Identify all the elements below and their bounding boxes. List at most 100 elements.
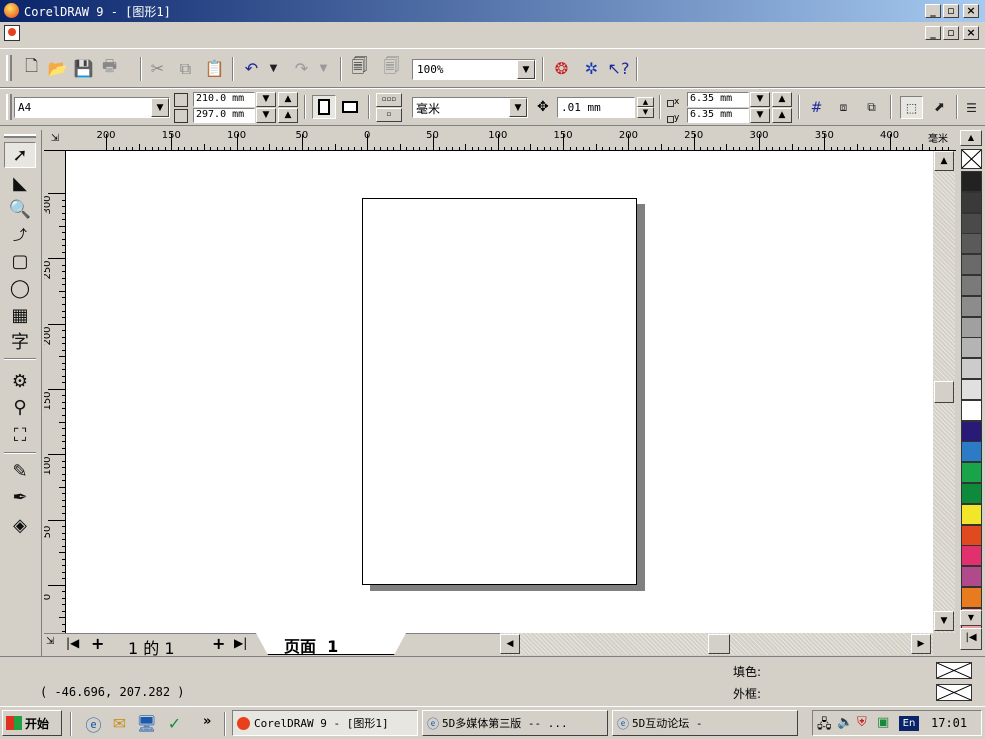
cut-icon[interactable]: ✂	[146, 57, 169, 80]
color-swatch[interactable]	[961, 441, 982, 463]
first-page-button[interactable]: |◀	[66, 636, 79, 650]
paper-size-dropdown-icon[interactable]: ▼	[151, 98, 169, 117]
landscape-button[interactable]	[338, 95, 362, 119]
color-swatch[interactable]	[961, 420, 982, 442]
polygon-tool-icon[interactable]: ▦	[4, 302, 36, 328]
page-width-field[interactable]: 210.0 mm	[193, 92, 255, 107]
vertical-scroll-thumb[interactable]	[934, 381, 954, 403]
nudge-spinner[interactable]: ▲ ▼	[637, 97, 654, 118]
units-select[interactable]: 毫米 ▼	[412, 97, 528, 118]
options-icon[interactable]: ☰	[960, 96, 983, 119]
nudge-offset-field[interactable]: .01 mm	[557, 97, 635, 118]
add-page-before-button[interactable]: +	[91, 634, 104, 653]
quicklaunch-chevron[interactable]: »	[203, 714, 211, 729]
add-page-after-button[interactable]: +	[212, 634, 225, 653]
vertical-ruler[interactable]: 300 250 200 150 100 50 0	[44, 151, 66, 633]
horizontal-ruler[interactable]: 200 150 100 50 0 50 100 150 200 250 300 350 400 毫米	[44, 130, 956, 151]
scroll-down-button[interactable]: ▼	[934, 611, 954, 631]
snap-to-guidelines-icon[interactable]: ⧈	[832, 96, 855, 119]
color-swatch[interactable]	[961, 483, 982, 504]
color-swatch[interactable]	[961, 212, 982, 234]
duplicate-y-spinner[interactable]: ▼ ▲	[750, 108, 792, 123]
drawing-page[interactable]	[362, 198, 637, 585]
undo-icon[interactable]: ↶	[240, 57, 263, 80]
color-swatch[interactable]	[961, 462, 982, 484]
zoom-select[interactable]: 100% ▼	[412, 59, 536, 80]
paste-icon[interactable]: 📋	[203, 57, 226, 80]
color-swatch[interactable]	[961, 566, 982, 588]
copy-icon[interactable]: ⧉	[174, 57, 197, 80]
eyedropper-tool-icon[interactable]: ✎	[4, 458, 36, 484]
color-swatch[interactable]	[961, 379, 982, 400]
portrait-button[interactable]	[312, 95, 336, 119]
scroll-left-button[interactable]: ◀	[500, 634, 520, 654]
network-icon[interactable]: 🖧	[817, 715, 832, 737]
export-icon[interactable]: 🗐	[380, 56, 403, 80]
minimize-button[interactable]: _	[925, 4, 941, 18]
redo-dropdown-icon[interactable]: ▼	[312, 57, 335, 80]
task-coreldraw[interactable]: CorelDRAW 9 - [图形1]	[232, 710, 418, 736]
draw-selected-icon[interactable]: ⬈	[928, 96, 951, 119]
doc-restore-button[interactable]: ▫	[943, 26, 959, 40]
duplicate-x-spinner[interactable]: ▼ ▲	[750, 92, 792, 107]
vertical-scrollbar[interactable]: ▲ ▼	[933, 151, 955, 633]
internet-explorer-icon[interactable]: ⓔ	[82, 712, 105, 735]
maximize-button[interactable]: ▫	[943, 4, 959, 18]
color-swatch[interactable]	[961, 254, 982, 276]
show-desktop-icon[interactable]: 🖥	[135, 712, 158, 735]
page-height-field[interactable]: 297.0 mm	[193, 108, 255, 123]
new-file-icon[interactable]: 🗋	[20, 56, 43, 80]
color-swatch[interactable]	[961, 587, 982, 608]
scroll-up-button[interactable]: ▲	[934, 151, 954, 171]
color-swatch[interactable]	[961, 337, 982, 359]
height-spinner[interactable]: ▼ ▲	[256, 108, 298, 123]
outline-tool-icon[interactable]: ✒	[4, 484, 36, 510]
color-swatch[interactable]	[961, 503, 982, 525]
outline-swatch[interactable]	[936, 684, 972, 701]
antivirus-icon[interactable]: ⛨	[857, 715, 867, 730]
color-swatch[interactable]	[961, 233, 982, 255]
color-swatch[interactable]	[961, 191, 982, 213]
page-tab[interactable]: 页面 1	[256, 633, 406, 655]
drawing-window[interactable]	[66, 151, 933, 633]
color-swatch[interactable]	[961, 399, 982, 421]
freehand-tool-icon[interactable]: ⤴	[4, 222, 36, 248]
document-icon[interactable]	[4, 25, 20, 41]
pick-tool-icon[interactable]: ➚	[4, 142, 36, 168]
corel-online-icon[interactable]: ✲	[580, 57, 603, 80]
zoom-dropdown-icon[interactable]: ▼	[517, 60, 535, 79]
rectangle-tool-icon[interactable]: ▢	[4, 248, 36, 274]
horizontal-scrollbar[interactable]: ◀ ▶	[500, 633, 933, 655]
text-tool-icon[interactable]: 字	[4, 328, 36, 354]
duplicate-y-field[interactable]: 6.35 mm	[687, 108, 749, 123]
fill-tool-icon[interactable]: ◈	[4, 512, 36, 538]
duplicate-x-field[interactable]: 6.35 mm	[687, 92, 749, 107]
application-launcher-icon[interactable]: ❂	[550, 57, 573, 80]
color-swatch[interactable]	[961, 358, 982, 380]
snap-to-grid-icon[interactable]: #	[805, 96, 828, 119]
paper-size-select[interactable]: A4 ▼	[14, 97, 170, 118]
current-page-icon[interactable]: ▫	[376, 108, 402, 122]
zoom-tool-icon[interactable]: 🔍	[4, 196, 36, 222]
width-spinner[interactable]: ▼ ▲	[256, 92, 298, 107]
redo-icon[interactable]: ↷	[290, 57, 313, 80]
no-color-swatch[interactable]	[961, 149, 982, 169]
shape-tool-icon[interactable]: ◣	[4, 170, 36, 196]
horizontal-scroll-thumb[interactable]	[708, 634, 730, 654]
print-icon[interactable]: 🖶	[98, 56, 121, 80]
display-icon[interactable]: ▣	[877, 715, 889, 730]
scroll-right-button[interactable]: ▶	[911, 634, 931, 654]
color-swatch[interactable]	[961, 275, 982, 296]
language-indicator[interactable]: En	[899, 716, 919, 731]
interactive-fill-tool-icon[interactable]: ⛶	[4, 422, 36, 448]
app-icon[interactable]	[4, 3, 19, 18]
fill-swatch[interactable]	[936, 662, 972, 679]
snap-to-objects-icon[interactable]: ⧉	[860, 96, 883, 119]
color-swatch[interactable]	[961, 171, 982, 192]
close-button[interactable]: ×	[963, 4, 979, 18]
start-button[interactable]: 开始	[2, 710, 62, 736]
doc-close-button[interactable]: ×	[963, 26, 979, 40]
task-browser-2[interactable]: ⓔ 5D互动论坛 -	[612, 710, 798, 736]
last-page-button[interactable]: ▶|	[234, 636, 247, 650]
task-browser-1[interactable]: ⓔ 5D多媒体第三版 -- ...	[422, 710, 608, 736]
